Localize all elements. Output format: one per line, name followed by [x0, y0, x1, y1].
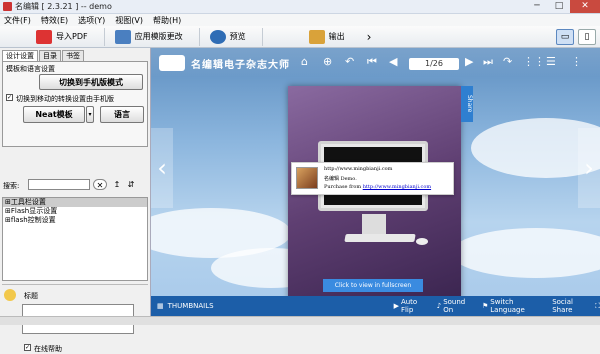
app-icon	[3, 2, 12, 11]
title-bar: 名编辑 [ 2.3.21 ] -- demo ─ □ ✕	[0, 0, 600, 14]
template-panel: 模板和语言设置 切换到手机版模式 ✓ 切换到移动的转换设置由手机版 Neat模板…	[2, 61, 148, 147]
menu-help[interactable]: 帮助(H)	[153, 15, 181, 26]
popup-purchase: Purchase from	[324, 184, 362, 190]
fullscreen-icon[interactable]: ⛶	[595, 302, 600, 311]
switch-language-label[interactable]: Switch Language	[490, 298, 544, 314]
viewer-bottom-bar: ▦ THUMBNAILS ▶ Auto Flip ♪ Sound On ⚑ Sw…	[151, 296, 600, 316]
brand: 名编辑电子杂志大师	[159, 55, 290, 71]
popup-image	[296, 167, 318, 189]
apply-template-button[interactable]: 应用模版更改	[109, 28, 189, 46]
tree-item-toolbar[interactable]: ⊞工具栏设置	[3, 198, 147, 207]
search-prev-icon[interactable]: ↥	[110, 179, 124, 190]
import-pdf-label: 导入PDF	[56, 32, 88, 41]
auto-flip-icon[interactable]: ▶	[394, 302, 399, 310]
grid-icon[interactable]: ⋮⋮	[523, 56, 545, 67]
menu-effects[interactable]: 特效(E)	[41, 15, 68, 26]
search-input[interactable]	[28, 179, 90, 190]
output-label: 输出	[328, 32, 345, 41]
auto-flip-label[interactable]: Auto Flip	[401, 298, 429, 314]
forward-icon[interactable]: ↷	[503, 56, 512, 67]
home-icon[interactable]: ⌂	[301, 56, 308, 67]
thumbnails-label[interactable]: THUMBNAILS	[168, 302, 214, 310]
maximize-button[interactable]: □	[548, 0, 570, 13]
first-page-icon[interactable]: ⏮	[367, 56, 377, 67]
menu-view[interactable]: 视图(V)	[115, 15, 143, 26]
status-bar	[0, 316, 600, 325]
sound-icon[interactable]: ♪	[437, 302, 441, 310]
zoom-icon[interactable]: ⊕	[323, 56, 332, 67]
popup-url: http://www.mingbianji.com	[324, 166, 393, 172]
language-button[interactable]: 语言	[100, 106, 144, 123]
brand-logo	[159, 55, 185, 71]
settings-panel: 设计设置 目录 书签 模板和语言设置 切换到手机版模式 ✓ 切换到移动的转换设置…	[0, 48, 151, 353]
sound-label[interactable]: Sound On	[443, 298, 474, 314]
import-pdf-button[interactable]: 导入PDF	[30, 28, 94, 46]
search-label: 搜索:	[3, 182, 20, 190]
online-help-label: 在线帮助	[34, 345, 62, 353]
prev-page-icon[interactable]: ◀	[389, 56, 397, 67]
brand-name: 名编辑电子杂志大师	[191, 59, 290, 71]
online-help-checkbox[interactable]: ✓	[24, 344, 31, 351]
next-arrow-icon[interactable]: ›	[578, 128, 600, 208]
template-dropdown-chevron-icon[interactable]: ▾	[86, 106, 94, 123]
language-label: 语言	[114, 110, 130, 119]
page-indicator[interactable]: 1/26	[409, 58, 459, 70]
popup-link[interactable]: http://www.mingbianji.com	[363, 184, 431, 190]
pdf-icon	[36, 29, 52, 44]
preview-button[interactable]: 预览	[204, 28, 252, 46]
back-icon[interactable]: ↶	[345, 56, 354, 67]
share-side-tab[interactable]: Share	[461, 86, 473, 122]
refresh-icon	[209, 29, 226, 44]
info-icon	[4, 289, 16, 301]
template-language-heading: 模板和语言设置	[6, 65, 55, 73]
flipbook-preview: 名编辑电子杂志大师 ⌂ ⊕ ↶ ⏮ ◀ 1/26 ▶ ⏭ ↷ ⋮⋮ ☰ ⋮ ‹ …	[151, 48, 600, 316]
menu-bar: 文件(F) 特效(E) 选项(Y) 视图(V) 帮助(H)	[0, 14, 600, 26]
menu-file[interactable]: 文件(F)	[4, 15, 31, 26]
social-share-label[interactable]: Social Share	[552, 298, 591, 314]
minimize-button[interactable]: ─	[526, 0, 548, 13]
last-page-icon[interactable]: ⏭	[483, 56, 493, 67]
window-title: 名编辑 [ 2.3.21 ] -- demo	[15, 2, 112, 11]
prev-arrow-icon[interactable]: ‹	[151, 128, 173, 208]
mobile-mode-icon[interactable]: ▯	[578, 29, 596, 45]
output-icon	[308, 29, 325, 44]
fullscreen-button[interactable]: Click to view in fullscreen	[323, 279, 423, 292]
switch-mobile-label: 切换到手机版模式	[59, 77, 123, 87]
neat-template-button[interactable]: Neat模板	[23, 106, 85, 123]
switch-mobile-button[interactable]: 切换到手机版模式	[39, 74, 143, 90]
demo-watermark-popup: http://www.mingbianji.com 名编辑 Demo. Purc…	[291, 162, 454, 195]
thumbnails-icon[interactable]: ▦	[157, 302, 164, 310]
output-button[interactable]: 输出	[303, 28, 351, 46]
tab-design-settings[interactable]: 设计设置	[2, 50, 38, 61]
toolbar: 导入PDF 应用模版更改 预览 输出 › ▭ ▯	[0, 26, 600, 48]
search-next-icon[interactable]: ⇵	[124, 179, 138, 190]
mobile-convert-label: 切换到移动的转换设置由手机版	[16, 95, 114, 103]
pc-mode-icon[interactable]: ▭	[556, 29, 574, 45]
settings-tree: ⊞工具栏设置 ⊞Flash显示设置 ⊞flash控制设置	[2, 197, 148, 281]
apply-template-label: 应用模版更改	[134, 32, 183, 41]
mobile-convert-checkbox[interactable]: ✓	[6, 94, 13, 101]
menu-options[interactable]: 选项(Y)	[78, 15, 105, 26]
list-icon[interactable]: ☰	[546, 56, 556, 67]
settings-icon[interactable]: ⋮	[571, 56, 582, 67]
next-page-icon[interactable]: ▶	[465, 56, 473, 67]
tab-contents[interactable]: 目录	[39, 50, 61, 61]
language-icon[interactable]: ⚑	[482, 302, 488, 310]
close-button[interactable]: ✕	[570, 0, 600, 13]
tab-bookmarks[interactable]: 书签	[62, 50, 84, 61]
monitor-icon	[114, 29, 131, 44]
popup-demo: 名编辑 Demo.	[324, 176, 357, 182]
tree-item-flash-display[interactable]: ⊞Flash显示设置	[3, 207, 147, 216]
preview-label: 预览	[229, 32, 246, 41]
neat-template-label: Neat模板	[35, 110, 73, 119]
clear-search-icon[interactable]: ✕	[93, 179, 107, 190]
tree-item-flash-control[interactable]: ⊞flash控制设置	[3, 216, 147, 225]
notes-heading: 标题	[24, 292, 38, 300]
toolbar-more-chevron-icon[interactable]: ›	[361, 28, 378, 46]
